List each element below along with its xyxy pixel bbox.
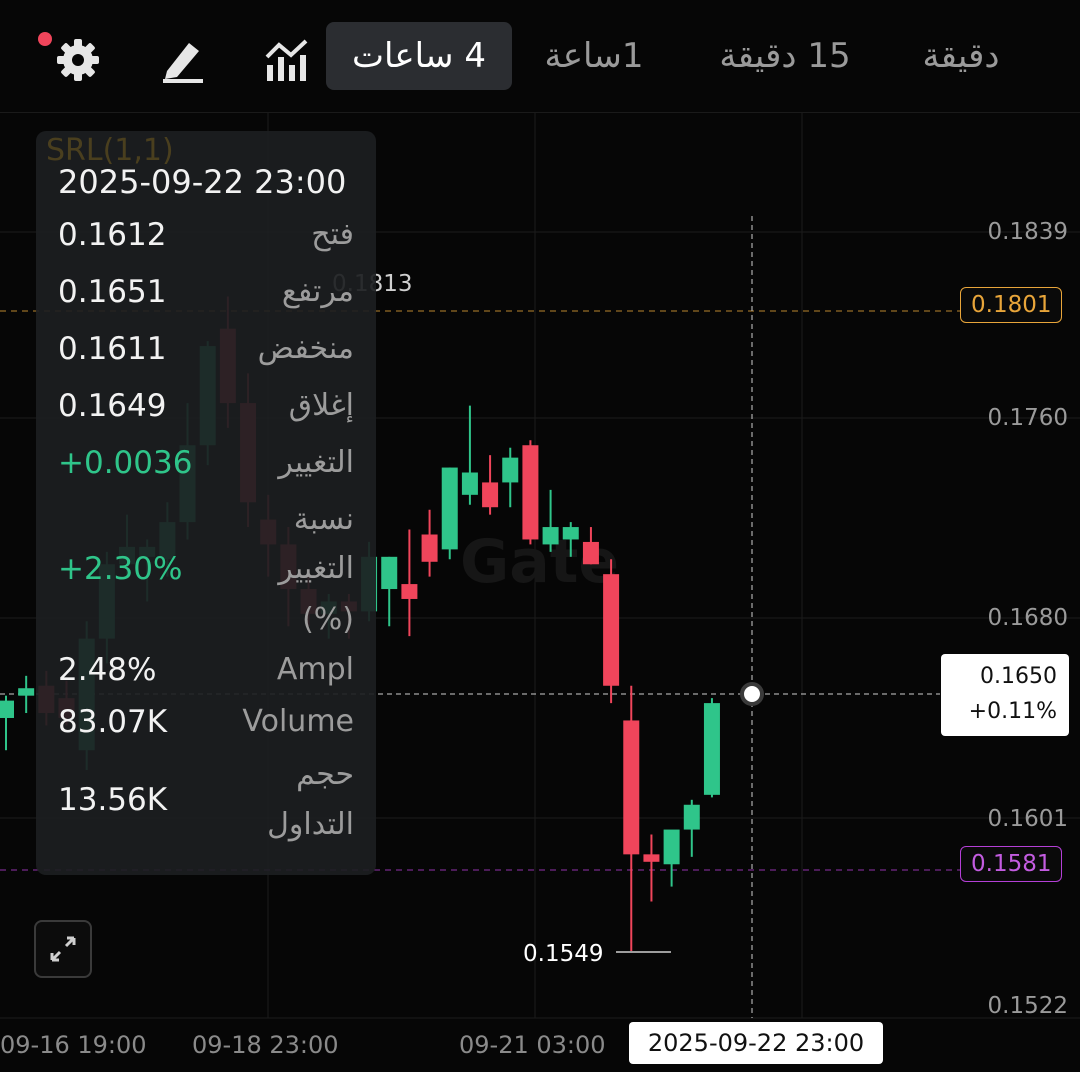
time-axis-label: 09-16 19:00 [0, 1031, 147, 1059]
timeframe-1h[interactable]: 1ساعة [532, 22, 656, 90]
candle-up[interactable] [18, 688, 35, 696]
current-change: +0.11% [968, 699, 1057, 724]
crosshair-point [740, 682, 764, 706]
change-label: التغيير [278, 445, 354, 480]
indicators-button[interactable] [256, 30, 316, 90]
candle-up[interactable] [663, 829, 680, 865]
drawing-pen-icon [163, 43, 203, 83]
settings-button[interactable] [48, 30, 108, 90]
time-axis-label: 09-18 23:00 [192, 1031, 339, 1059]
candle-down[interactable] [522, 445, 539, 540]
price-axis-label: 0.1839 [987, 219, 1068, 245]
ohlc-info-panel: SRL(1,1) 2025-09-22 23:00 0.1612 فتح 0.1… [36, 131, 376, 875]
low-value: 0.1611 [58, 331, 167, 367]
lower-price-tag: 0.1581 [960, 846, 1063, 882]
change-pct-label-2: التغيير [278, 551, 354, 586]
turnover-label-1: حجم [296, 757, 354, 792]
selected-time-label: 2025-09-22 23:00 [629, 1022, 883, 1064]
candle-down[interactable] [623, 720, 640, 855]
candle-up[interactable] [0, 700, 14, 718]
change-pct-value: +2.30% [58, 551, 183, 587]
timeframe-toolbar: 4 ساعات 1ساعة 15 دقيقة دقيقة [0, 0, 1080, 113]
candle-up[interactable] [461, 472, 478, 495]
close-label: إغلاق [288, 388, 354, 423]
candle-down[interactable] [603, 574, 620, 686]
timeframe-4h[interactable]: 4 ساعات [326, 22, 512, 90]
upper-price-tag: 0.1801 [960, 287, 1063, 323]
notification-dot [38, 32, 52, 46]
candle-down[interactable] [482, 482, 499, 508]
price-axis-label: 0.1680 [987, 605, 1068, 631]
change-pct-label-3: (%) [302, 602, 354, 637]
high-value: 0.1651 [58, 274, 167, 310]
candle-down[interactable] [401, 584, 418, 599]
gear-icon [57, 39, 99, 81]
timeframe-1m[interactable]: دقيقة [906, 22, 1016, 90]
volume-value: 83.07K [58, 704, 168, 740]
candle-down[interactable] [421, 534, 438, 562]
candle-up[interactable] [381, 556, 398, 590]
candle-up[interactable] [683, 804, 700, 830]
fullscreen-button[interactable] [34, 920, 92, 978]
ampl-label: Ampl [276, 652, 354, 687]
volume-label: Volume [242, 704, 354, 739]
candle-up[interactable] [703, 703, 720, 795]
turnover-value: 13.56K [58, 782, 168, 818]
open-value: 0.1612 [58, 217, 167, 253]
candle-up[interactable] [502, 457, 519, 483]
turnover-label-2: التداول [267, 807, 354, 842]
current-price-box: 0.1650 +0.11% [941, 654, 1069, 736]
indicators-icon [265, 39, 308, 81]
candle-up[interactable] [562, 527, 579, 540]
timeframe-15m[interactable]: 15 دقيقة [700, 22, 870, 90]
open-label: فتح [311, 217, 354, 252]
price-axis-label: 0.1601 [987, 806, 1068, 832]
price-axis-label: 0.1522 [987, 993, 1068, 1019]
low-label: منخفض [257, 331, 354, 366]
candle-down[interactable] [582, 541, 599, 565]
high-label: مرتفع [281, 274, 354, 309]
low-marker-label: 0.1549 [523, 941, 603, 967]
price-axis-label: 0.1760 [987, 405, 1068, 431]
candle-down[interactable] [643, 854, 660, 862]
change-pct-label-1: نسبة [293, 502, 354, 537]
time-axis-label: 09-21 03:00 [459, 1031, 606, 1059]
info-datetime: 2025-09-22 23:00 [58, 163, 347, 201]
ampl-value: 2.48% [58, 652, 157, 688]
change-value: +0.0036 [58, 445, 193, 481]
candle-up[interactable] [542, 527, 559, 545]
expand-arrows-icon [50, 936, 76, 962]
draw-button[interactable] [152, 30, 212, 90]
candle-up[interactable] [441, 467, 458, 550]
current-price: 0.1650 [980, 664, 1057, 689]
close-value: 0.1649 [58, 388, 167, 424]
